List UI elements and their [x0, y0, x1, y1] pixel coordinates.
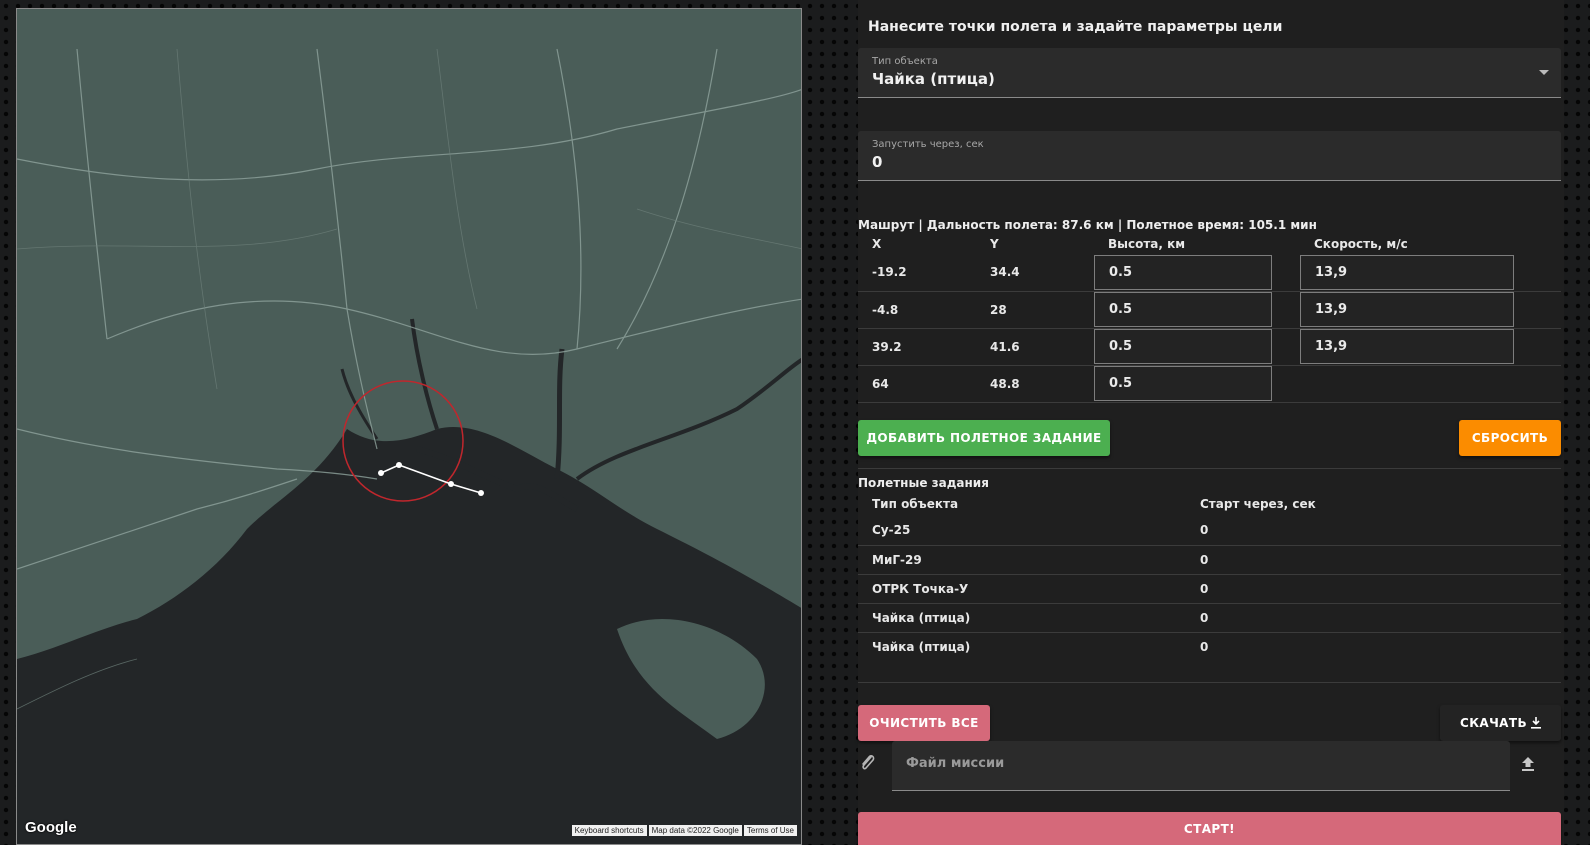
cell-x: -19.2	[858, 254, 976, 292]
speed-input[interactable]	[1300, 254, 1514, 290]
launch-delay-value[interactable]: 0	[872, 153, 882, 171]
divider	[858, 468, 1561, 469]
table-row: -4.8 28	[858, 291, 1561, 329]
terms-of-use-link[interactable]: Terms of Use	[743, 825, 797, 836]
task-type: Чайка (птица)	[872, 639, 971, 654]
altitude-input[interactable]	[1094, 366, 1272, 401]
col-speed: Скорость, м/с	[1314, 237, 1408, 251]
col-y: Y	[990, 237, 999, 251]
start-button[interactable]: СТАРТ!	[858, 812, 1561, 845]
launch-delay-field[interactable]: Запустить через, сек 0	[858, 131, 1561, 181]
object-type-select[interactable]: Тип объекта Чайка (птица)	[858, 48, 1561, 98]
upload-icon[interactable]	[1521, 756, 1535, 772]
altitude-input[interactable]	[1094, 329, 1272, 364]
table-row[interactable]: Су-25 0	[858, 516, 1561, 546]
task-type: ОТРК Точка-У	[858, 574, 1186, 604]
col-altitude: Высота, км	[1108, 237, 1186, 251]
altitude-input[interactable]	[1094, 254, 1272, 290]
col-x: X	[872, 237, 882, 251]
table-row[interactable]: МиГ-29 0	[858, 545, 1561, 575]
download-button[interactable]: СКАЧАТЬ	[1440, 705, 1561, 741]
task-start: 0	[1186, 574, 1561, 604]
mission-file-placeholder: Файл миссии	[906, 756, 1005, 771]
altitude-input[interactable]	[1094, 292, 1272, 327]
map-attribution: Keyboard shortcuts Map data ©2022 Google…	[571, 825, 797, 836]
col-start-delay: Старт через, сек	[1200, 497, 1316, 511]
divider	[858, 682, 1561, 683]
cell-x: 39.2	[858, 328, 976, 366]
download-label: СКАЧАТЬ	[1459, 716, 1528, 730]
table-row: -19.2 34.4	[858, 254, 1561, 292]
map-view[interactable]: Google Keyboard shortcuts Map data ©2022…	[16, 8, 802, 845]
route-summary: Машрут | Дальность полета: 87.6 км | Пол…	[858, 218, 1317, 232]
table-row[interactable]: Чайка (птица) 0	[858, 603, 1561, 633]
tasks-title: Полетные задания	[858, 476, 989, 490]
add-flight-task-button[interactable]: ДОБАВИТЬ ПОЛЕТНОЕ ЗАДАНИЕ	[858, 420, 1110, 456]
mission-file-input[interactable]: Файл миссии	[892, 741, 1510, 791]
panel-heading: Нанесите точки полета и задайте параметр…	[868, 19, 1283, 35]
tasks-table: Тип объекта Старт через, сек Су-25 0 МиГ…	[858, 492, 1561, 661]
route-table: X Y Высота, км Скорость, м/с -19.2 34.4 …	[858, 234, 1561, 403]
task-type: Чайка (птица)	[858, 603, 1186, 633]
tasks-header-row: Тип объекта Старт через, сек	[858, 492, 1561, 516]
task-type: МиГ-29	[858, 545, 1186, 575]
download-icon	[1531, 717, 1542, 729]
task-start: 0	[1186, 516, 1561, 546]
google-logo: Google	[25, 819, 77, 836]
launch-delay-label: Запустить через, сек	[872, 139, 984, 150]
task-start: 0	[1186, 545, 1561, 575]
map-canvas[interactable]	[17, 9, 802, 845]
cell-x: 64	[858, 365, 976, 403]
cell-y: 41.6	[976, 328, 1094, 366]
reset-button[interactable]: СБРОСИТЬ	[1459, 420, 1561, 456]
map-data-text: Map data ©2022 Google	[648, 825, 742, 836]
mission-panel: Нанесите точки полета и задайте параметр…	[858, 0, 1564, 845]
speed-input[interactable]	[1300, 292, 1514, 327]
cell-x: -4.8	[858, 291, 976, 329]
task-start: 0	[1200, 639, 1209, 654]
chevron-down-icon[interactable]	[1539, 70, 1549, 75]
clear-all-button[interactable]: ОЧИСТИТЬ ВСЕ	[858, 705, 990, 741]
col-object-type: Тип объекта	[872, 497, 959, 511]
paperclip-icon[interactable]	[858, 752, 878, 774]
task-start: 0	[1186, 603, 1561, 633]
cell-y: 34.4	[976, 254, 1094, 292]
table-row: 64 48.8	[858, 365, 1561, 403]
task-type: Су-25	[858, 516, 1186, 546]
table-row: 39.2 41.6	[858, 328, 1561, 366]
cell-y: 48.8	[976, 365, 1094, 403]
route-header-row: X Y Высота, км Скорость, м/с	[858, 234, 1561, 254]
table-row[interactable]: ОТРК Точка-У 0	[858, 574, 1561, 604]
table-row[interactable]: Чайка (птица) 0	[858, 632, 1561, 661]
object-type-label: Тип объекта	[872, 56, 938, 67]
keyboard-shortcuts-link[interactable]: Keyboard shortcuts	[571, 825, 647, 836]
speed-input[interactable]	[1300, 329, 1514, 364]
cell-y: 28	[976, 291, 1094, 329]
object-type-value: Чайка (птица)	[872, 70, 995, 88]
